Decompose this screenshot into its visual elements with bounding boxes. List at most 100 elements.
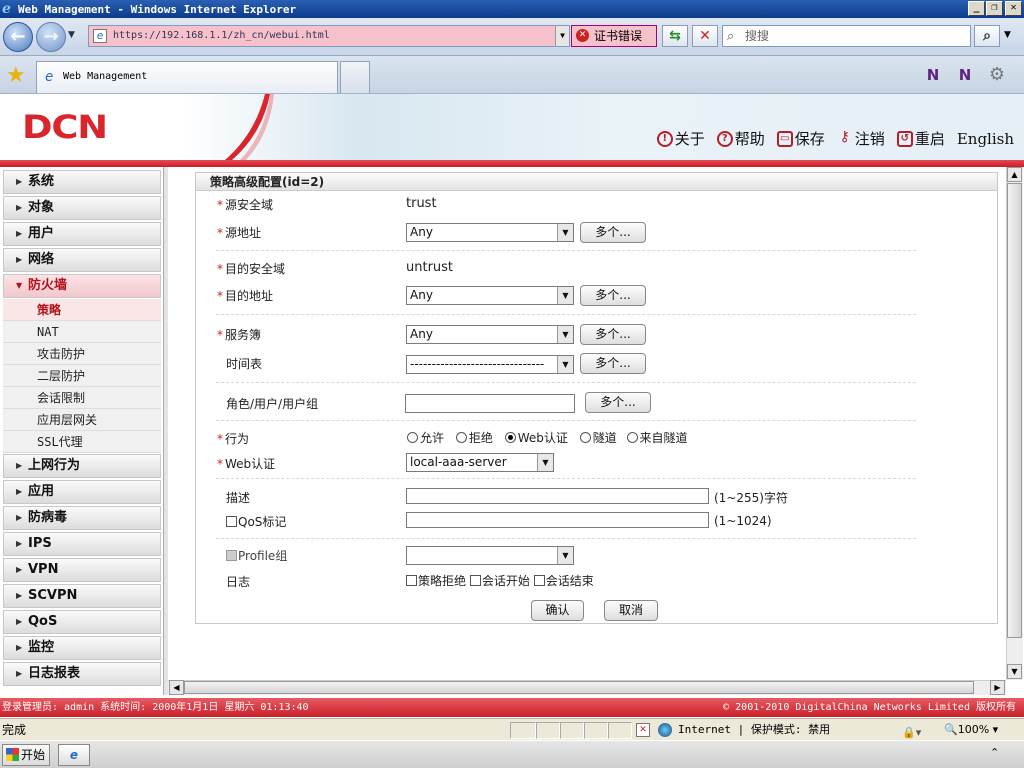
sidebar-subitem-alg[interactable]: 应用层网关 — [3, 409, 161, 431]
address-input[interactable]: e https://192.168.1.1/zh_cn/webui.html ▼ — [88, 25, 570, 47]
horizontal-scroll-thumb[interactable] — [184, 681, 974, 694]
minimize-button[interactable]: _ — [968, 1, 985, 16]
search-button[interactable]: ⌕ — [974, 25, 1000, 47]
action-tunnel-radio[interactable]: 隧道 — [579, 431, 617, 445]
src-zone-value: trust — [406, 196, 437, 211]
webauth-server-select[interactable]: local-aaa-server ▼ — [406, 453, 554, 472]
vertical-scroll-thumb[interactable] — [1007, 183, 1022, 638]
log-session-end-checkbox[interactable]: 会话结束 — [533, 574, 594, 588]
dst-addr-select[interactable]: Any ▼ — [406, 286, 574, 305]
chevron-down-icon: ▼ — [16, 281, 23, 290]
search-input[interactable]: ⌕ 搜搜 — [722, 25, 971, 47]
chevron-right-icon: ▶ — [16, 539, 23, 548]
popup-blocked-icon[interactable]: ✕ — [636, 723, 650, 737]
start-button[interactable]: 开始 — [2, 744, 50, 766]
sidebar-subitem-policy[interactable]: 策略 — [3, 299, 161, 321]
ie-taskbar-button[interactable]: e — [58, 744, 90, 766]
schedule-multi-button[interactable]: 多个... — [580, 353, 646, 374]
security-zone[interactable]: Internet | 保护模式: 禁用 — [678, 719, 830, 741]
sidebar-item-label: 上网行为 — [28, 458, 81, 473]
sidebar-item-application[interactable]: ▶ 应用 — [3, 480, 161, 504]
sidebar-item-label: SCVPN — [28, 588, 78, 603]
sidebar-item-network[interactable]: ▶ 网络 — [3, 248, 161, 272]
sidebar-item-firewall[interactable]: ▼ 防火墙 — [3, 274, 161, 298]
reboot-link[interactable]: ↺ 重启 — [896, 128, 945, 149]
tab-web-management[interactable]: e Web Management — [36, 61, 338, 93]
history-dropdown-icon[interactable]: ▼ — [68, 30, 75, 40]
scroll-down-icon[interactable]: ▼ — [1007, 664, 1022, 679]
src-addr-select[interactable]: Any ▼ — [406, 223, 574, 242]
sidebar-item-antivirus[interactable]: ▶ 防病毒 — [3, 506, 161, 530]
action-webauth-radio[interactable]: Web认证 — [504, 431, 568, 445]
sidebar-item-vpn[interactable]: ▶ VPN — [3, 558, 161, 582]
address-toolbar: ← → ▼ e https://192.168.1.1/zh_cn/webui.… — [0, 18, 1024, 56]
radio-label: 允许 — [420, 431, 445, 445]
scroll-right-icon[interactable]: ▶ — [990, 680, 1005, 695]
action-from-tunnel-radio[interactable]: 来自隧道 — [626, 431, 688, 445]
role-user-input[interactable] — [405, 394, 575, 413]
sidebar-item-label: VPN — [28, 562, 59, 577]
close-window-button[interactable]: ✕ — [1005, 1, 1022, 16]
sidebar-subitem-attack-defense[interactable]: 攻击防护 — [3, 343, 161, 365]
english-link[interactable]: English — [957, 130, 1014, 148]
chevron-down-icon: ▼ — [557, 326, 573, 343]
onenote-icon[interactable]: N — [922, 64, 944, 86]
search-logo-icon: ⌕ — [727, 29, 735, 44]
sidebar-item-object[interactable]: ▶ 对象 — [3, 196, 161, 220]
service-select[interactable]: Any ▼ — [406, 325, 574, 344]
save-link[interactable]: ▭ 保存 — [776, 128, 825, 149]
new-tab-button[interactable] — [340, 61, 370, 93]
sidebar-subitem-ssl-proxy[interactable]: SSL代理 — [3, 431, 161, 453]
stop-button[interactable]: ✕ — [692, 25, 718, 47]
profile-group-checkbox[interactable]: Profile组 — [226, 547, 287, 564]
favorites-star-icon[interactable]: ★ — [6, 63, 26, 88]
schedule-select[interactable]: ------------------------------- ▼ — [406, 355, 574, 374]
sidebar-item-ips[interactable]: ▶ IPS — [3, 532, 161, 556]
scroll-left-icon[interactable]: ◀ — [169, 680, 184, 695]
sidebar-item-scvpn[interactable]: ▶ SCVPN — [3, 584, 161, 608]
address-dropdown-icon[interactable]: ▼ — [555, 26, 569, 46]
sidebar-item-internet-behavior[interactable]: ▶ 上网行为 — [3, 454, 161, 478]
sidebar-subitem-session-limit[interactable]: 会话限制 — [3, 387, 161, 409]
sidebar-subitem-l2-defense[interactable]: 二层防护 — [3, 365, 161, 387]
sidebar-subitem-nat[interactable]: NAT — [3, 321, 161, 343]
zoom-level[interactable]: 🔍100% ▾ — [944, 719, 998, 741]
sidebar-item-log-report[interactable]: ▶ 日志报表 — [3, 662, 161, 686]
forward-button[interactable]: → — [36, 22, 66, 52]
action-permit-radio[interactable]: 允许 — [407, 431, 444, 445]
restore-button[interactable]: ❐ — [986, 1, 1003, 16]
qos-input[interactable] — [406, 512, 709, 528]
action-deny-radio[interactable]: 拒绝 — [455, 431, 493, 445]
log-policy-deny-checkbox[interactable]: 策略拒绝 — [406, 574, 466, 588]
role-multi-button[interactable]: 多个... — [585, 392, 651, 413]
qos-tag-checkbox[interactable]: QoS标记 — [226, 513, 286, 530]
tools-gear-icon[interactable]: ⚙ — [986, 64, 1008, 86]
description-input[interactable] — [406, 488, 709, 504]
help-link[interactable]: ? 帮助 — [716, 128, 765, 149]
certificate-error-button[interactable]: ✕ 证书错误 — [571, 25, 657, 47]
service-multi-button[interactable]: 多个... — [580, 324, 646, 345]
back-button[interactable]: ← — [3, 22, 33, 52]
checkbox-label: 会话结束 — [545, 574, 594, 588]
sidebar-item-qos[interactable]: ▶ QoS — [3, 610, 161, 634]
search-options-icon[interactable]: ▼ — [1004, 30, 1011, 40]
src-addr-multi-button[interactable]: 多个... — [580, 222, 646, 243]
profile-select[interactable]: ▼ — [406, 546, 574, 565]
sidebar-item-system[interactable]: ▶ 系统 — [3, 170, 161, 194]
about-link[interactable]: ! 关于 — [656, 128, 705, 149]
logout-link[interactable]: ⚷ 注销 — [837, 128, 885, 149]
confirm-button[interactable]: 确认 — [531, 600, 584, 621]
sidebar-item-monitor[interactable]: ▶ 监控 — [3, 636, 161, 660]
dst-addr-multi-button[interactable]: 多个... — [580, 285, 646, 306]
scroll-up-icon[interactable]: ▲ — [1007, 167, 1022, 182]
cancel-button[interactable]: 取消 — [604, 600, 658, 621]
onenote-send-icon[interactable]: N — [954, 64, 976, 86]
radio-icon — [455, 432, 467, 443]
window-title-bar: e Web Management - Windows Internet Expl… — [0, 0, 1024, 18]
show-desktop-icon[interactable]: ⌃ — [990, 746, 999, 759]
src-zone-label: * 源安全域 — [217, 196, 273, 213]
refresh-button[interactable]: ⇆ — [662, 25, 688, 47]
qos-hint: (1~1024) — [714, 514, 772, 528]
sidebar-item-user[interactable]: ▶ 用户 — [3, 222, 161, 246]
log-session-start-checkbox[interactable]: 会话开始 — [469, 574, 530, 588]
